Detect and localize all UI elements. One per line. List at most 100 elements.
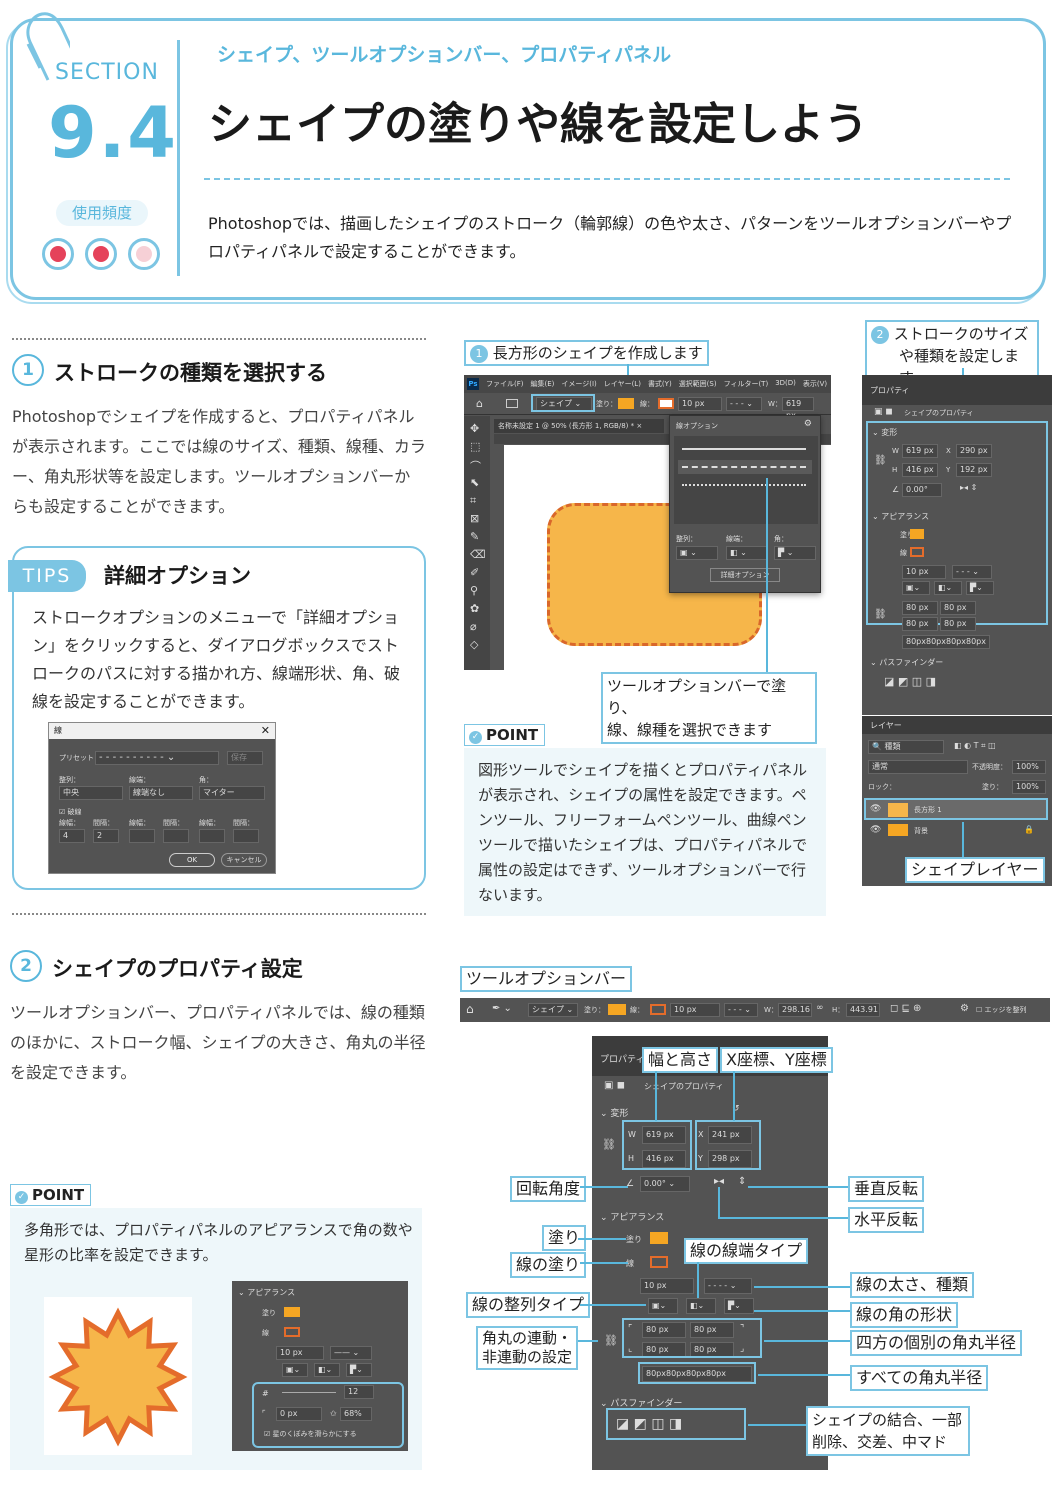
preset-select[interactable]: - - - - - - - - - - ⌄ xyxy=(95,751,219,765)
radius-link-icon-2[interactable]: ⛓ xyxy=(604,1334,618,1347)
h-field-t2[interactable]: 443.91 xyxy=(846,1003,880,1017)
align-select[interactable]: 中央 xyxy=(59,786,123,800)
layer-fill-field[interactable]: 100% xyxy=(1012,780,1046,794)
rectangle-tool-icon[interactable] xyxy=(506,399,518,408)
tool-icon[interactable]: ⬉ xyxy=(470,476,479,489)
layer-kind-select[interactable]: 🔍 種類 xyxy=(868,740,944,754)
w-field[interactable]: 619 px xyxy=(782,397,814,420)
stroke-size-field[interactable]: 10 px xyxy=(678,397,722,411)
tool-icon[interactable]: ⌗ xyxy=(470,494,476,508)
menu-item[interactable]: 編集(E) xyxy=(531,379,555,389)
fill-swatch-3[interactable] xyxy=(650,1232,668,1244)
link-icon[interactable]: ⛓ xyxy=(874,455,887,466)
tool-icon[interactable]: ⌀ xyxy=(470,620,477,633)
eye-icon[interactable]: 👁 xyxy=(870,804,881,814)
opacity-field[interactable]: 100% xyxy=(1012,760,1046,774)
stroke-swatch[interactable] xyxy=(658,398,674,409)
menu-item[interactable]: レイヤー(L) xyxy=(604,379,641,389)
tool-icon[interactable]: ⬚ xyxy=(470,440,480,453)
stroke-type-select-2[interactable]: —— ⌄ xyxy=(330,1346,372,1360)
sides-slider[interactable] xyxy=(282,1392,336,1393)
close-icon[interactable]: ✕ xyxy=(261,723,270,739)
tool-icon[interactable]: ⌒ xyxy=(470,458,481,474)
gap-field-2[interactable] xyxy=(163,829,189,843)
dash-field-1[interactable]: 4 xyxy=(59,829,85,843)
smooth-checkbox[interactable]: ☑ 星のくぼみを滑らかにする xyxy=(264,1429,357,1439)
align-select-3[interactable]: ▣⌄ xyxy=(648,1298,678,1314)
radius-field-2[interactable]: 80 px xyxy=(940,601,976,615)
menu-item[interactable]: フィルター(T) xyxy=(724,379,769,389)
menu-item[interactable]: 3D(D) xyxy=(775,379,796,389)
align-edges-checkbox[interactable]: ☐ エッジを整列 xyxy=(976,1005,1027,1015)
tool-icon[interactable]: ⚲ xyxy=(470,584,478,597)
cap-select[interactable]: ◧⌄ xyxy=(934,581,962,595)
pen-tool-icon[interactable]: ✒ ⌄ xyxy=(492,1003,512,1014)
home-icon-2[interactable]: ⌂ xyxy=(466,1002,474,1016)
flip-icons[interactable]: ▸◂ ⇕ xyxy=(960,483,977,492)
corner-select[interactable]: ▛⌄ xyxy=(966,581,994,595)
eye-icon-bg[interactable]: 👁 xyxy=(870,825,881,835)
stroke-type-select-3[interactable]: - - - - ⌄ xyxy=(704,1278,752,1294)
y-field[interactable]: 192 px xyxy=(956,463,992,477)
radius-link-icon[interactable]: ⛓ xyxy=(874,609,887,620)
stroke-swatch-t2[interactable] xyxy=(650,1004,666,1015)
tool-icon[interactable]: ✎ xyxy=(470,530,479,543)
fill-swatch-t2[interactable] xyxy=(608,1004,626,1015)
align-select[interactable]: ▣⌄ xyxy=(902,581,930,595)
w-field-t2[interactable]: 298.16 xyxy=(778,1003,812,1017)
path-ops-icons[interactable]: ◻ ⊑ ⊕ xyxy=(890,1003,921,1014)
cap-select-2[interactable]: ◧⌄ xyxy=(314,1363,340,1377)
cancel-button[interactable]: キャンセル xyxy=(221,853,267,867)
so-align-select[interactable]: ▣ ⌄ xyxy=(676,546,718,560)
menu-item[interactable]: 表示(V) xyxy=(803,379,827,389)
flip-horizontal-icon[interactable]: ▸◂ xyxy=(714,1176,724,1187)
tool-icon[interactable]: ◇ xyxy=(470,638,478,651)
shape-mode-select-2[interactable]: シェイプ ⌄ xyxy=(528,1003,578,1017)
so-corner-select[interactable]: ▛ ⌄ xyxy=(774,546,816,560)
tool-icon[interactable]: ✿ xyxy=(470,602,479,615)
stroke-dashed-selected[interactable] xyxy=(678,460,812,474)
x-field[interactable]: 290 px xyxy=(956,444,992,458)
document-tab[interactable]: 名称未設定 1 @ 50% (長方形 1, RGB/8) * × xyxy=(494,419,664,433)
layer-row-shape[interactable]: 👁 長方形 1 xyxy=(864,798,1048,820)
cap-select-3[interactable]: ◧⌄ xyxy=(686,1298,716,1314)
layer-row-background[interactable]: 👁 背景 🔒 xyxy=(864,822,1048,840)
corner-select-3[interactable]: ▛⌄ xyxy=(724,1298,754,1314)
sides-field[interactable]: 12 xyxy=(344,1385,374,1399)
stroke-swatch-3[interactable] xyxy=(650,1256,668,1268)
corner-select-2[interactable]: ▛⌄ xyxy=(346,1363,372,1377)
fill-swatch-2[interactable] xyxy=(284,1307,300,1317)
blend-mode-select[interactable]: 通常 xyxy=(868,760,968,774)
gap-field-3[interactable] xyxy=(233,829,259,843)
dashed-checkbox[interactable]: ☑ 破線 xyxy=(59,807,82,817)
stroke-size-field[interactable]: 10 px xyxy=(902,565,946,579)
dash-field-2[interactable] xyxy=(129,829,155,843)
flip-vertical-icon[interactable]: ⇕ xyxy=(738,1176,746,1187)
fill-swatch[interactable] xyxy=(910,529,924,539)
save-button[interactable]: 保存 xyxy=(227,751,263,765)
layer-filter-icons[interactable]: ◧ ◐ T ⌗ ◫ xyxy=(954,741,996,751)
menu-item[interactable]: 書式(Y) xyxy=(648,379,672,389)
ok-button[interactable]: OK xyxy=(169,853,215,867)
gear-icon-t2[interactable]: ⚙ xyxy=(960,1003,969,1014)
stroke-size-field-t2[interactable]: 10 px xyxy=(670,1003,720,1017)
gear-icon[interactable]: ⚙ xyxy=(804,419,812,429)
h-field[interactable]: 416 px xyxy=(902,463,938,477)
link-icon-t2[interactable]: ∞ xyxy=(816,1003,824,1013)
star-ratio-field[interactable]: 68% xyxy=(340,1407,372,1421)
menu-item[interactable]: イメージ(I) xyxy=(561,379,596,389)
tool-icon[interactable]: ⌫ xyxy=(470,548,486,561)
stroke-type-select-t2[interactable]: - - - ⌄ xyxy=(724,1003,758,1017)
w-field[interactable]: 619 px xyxy=(902,444,938,458)
angle-field[interactable]: 0.00° xyxy=(902,483,942,497)
radius-field-1[interactable]: 80 px xyxy=(902,601,938,615)
corner-select[interactable]: マイター xyxy=(199,786,265,800)
menu-item[interactable]: 選択範囲(S) xyxy=(679,379,717,389)
stroke-type-select[interactable]: - - - ⌄ xyxy=(726,397,762,411)
cap-select[interactable]: 線端なし xyxy=(129,786,193,800)
radius-field-star[interactable]: 0 px xyxy=(276,1407,322,1421)
stroke-size-field-3[interactable]: 10 px xyxy=(640,1278,694,1294)
align-select-2[interactable]: ▣⌄ xyxy=(282,1363,308,1377)
tool-icon[interactable]: ⊠ xyxy=(470,512,479,525)
radius-field-4[interactable]: 80 px xyxy=(940,617,976,631)
